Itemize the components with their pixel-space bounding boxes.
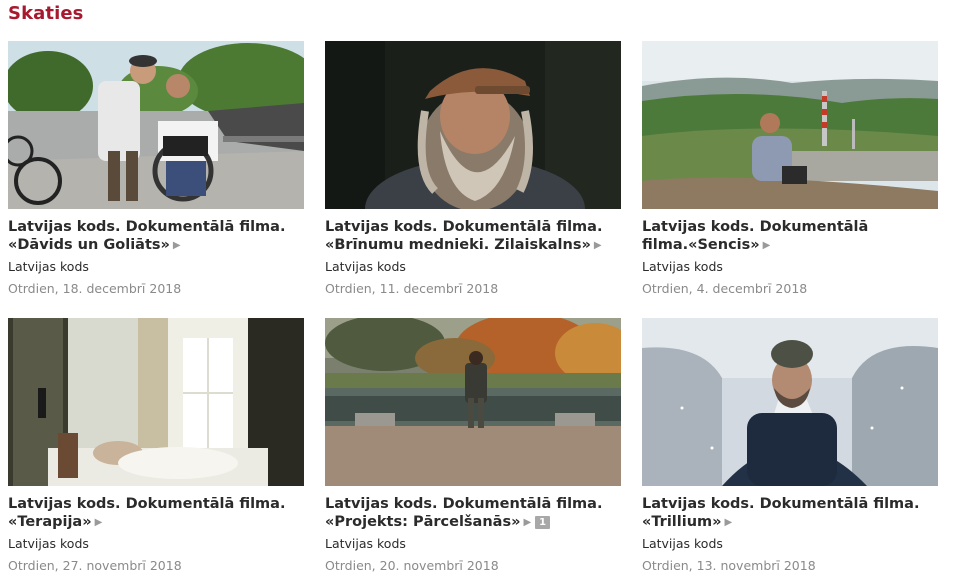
video-title-text: Latvijas kods. Dokumentālā filma. «Dāvid…: [8, 219, 286, 253]
video-title-text: Latvijas kods. Dokumentālā filma. «Terap…: [8, 496, 286, 530]
video-title-text: Latvijas kods. Dokumentālā filma. «Brīnu…: [325, 219, 603, 253]
play-arrow-icon: ▶: [172, 240, 181, 251]
video-card: Latvijas kods. Dokumentālā filma. «Proje…: [325, 318, 622, 581]
video-title-text: Latvijas kods. Dokumentālā filma.«Sencis…: [642, 219, 869, 253]
play-arrow-icon: ▶: [593, 240, 602, 251]
video-card: Latvijas kods. Dokumentālā filma.«Sencis…: [642, 41, 939, 318]
video-title-text: Latvijas kods. Dokumentālā filma. «Proje…: [325, 496, 603, 530]
video-thumbnail[interactable]: [325, 318, 621, 486]
video-thumbnail[interactable]: [8, 318, 304, 486]
video-card: Latvijas kods. Dokumentālā filma. «Terap…: [8, 318, 305, 581]
video-thumbnail[interactable]: [325, 41, 621, 209]
video-category-link[interactable]: Latvijas kods: [325, 259, 622, 275]
old-man-thumbnail-image: [325, 41, 621, 209]
video-date: Otrdien, 13. novembrī 2018: [642, 558, 816, 573]
video-card: Latvijas kods. Dokumentālā filma. «Trill…: [642, 318, 939, 581]
video-category-link[interactable]: Latvijas kods: [8, 536, 305, 552]
play-arrow-icon: ▶: [762, 240, 771, 251]
play-arrow-icon: ▶: [523, 517, 532, 528]
video-card: Latvijas kods. Dokumentālā filma. «Dāvid…: [8, 41, 305, 318]
video-date: Otrdien, 11. decembrī 2018: [325, 281, 499, 296]
video-card: Latvijas kods. Dokumentālā filma. «Brīnu…: [325, 41, 622, 318]
video-date: Otrdien, 27. novembrī 2018: [8, 558, 182, 573]
hill-view-thumbnail-image: [642, 41, 938, 209]
video-title-link[interactable]: Latvijas kods. Dokumentālā filma. «Dāvid…: [8, 218, 304, 255]
video-thumbnail[interactable]: [642, 318, 938, 486]
play-arrow-icon: ▶: [724, 517, 733, 528]
video-grid: Latvijas kods. Dokumentālā filma. «Dāvid…: [8, 41, 938, 581]
section-title: Skaties: [8, 3, 84, 24]
video-title-link[interactable]: Latvijas kods. Dokumentālā filma. «Trill…: [642, 495, 938, 532]
snow-thumbnail-image: [642, 318, 938, 486]
video-thumbnail[interactable]: [8, 41, 304, 209]
comment-count-badge[interactable]: 1: [535, 516, 551, 529]
video-title-link[interactable]: Latvijas kods. Dokumentālā filma. «Proje…: [325, 495, 621, 532]
video-category-link[interactable]: Latvijas kods: [642, 536, 939, 552]
video-category-link[interactable]: Latvijas kods: [8, 259, 305, 275]
video-category-link[interactable]: Latvijas kods: [325, 536, 622, 552]
video-thumbnail[interactable]: [642, 41, 938, 209]
video-date: Otrdien, 4. decembrī 2018: [642, 281, 808, 296]
video-title-link[interactable]: Latvijas kods. Dokumentālā filma.«Sencis…: [642, 218, 938, 255]
video-date: Otrdien, 18. decembrī 2018: [8, 281, 182, 296]
video-date: Otrdien, 20. novembrī 2018: [325, 558, 499, 573]
video-category-link[interactable]: Latvijas kods: [642, 259, 939, 275]
video-title-link[interactable]: Latvijas kods. Dokumentālā filma. «Terap…: [8, 495, 304, 532]
skatepark-thumbnail-image: [8, 41, 304, 209]
bedroom-thumbnail-image: [8, 318, 304, 486]
video-title-text: Latvijas kods. Dokumentālā filma. «Trill…: [642, 496, 920, 530]
play-arrow-icon: ▶: [94, 517, 103, 528]
video-title-link[interactable]: Latvijas kods. Dokumentālā filma. «Brīnu…: [325, 218, 621, 255]
pond-thumbnail-image: [325, 318, 621, 486]
